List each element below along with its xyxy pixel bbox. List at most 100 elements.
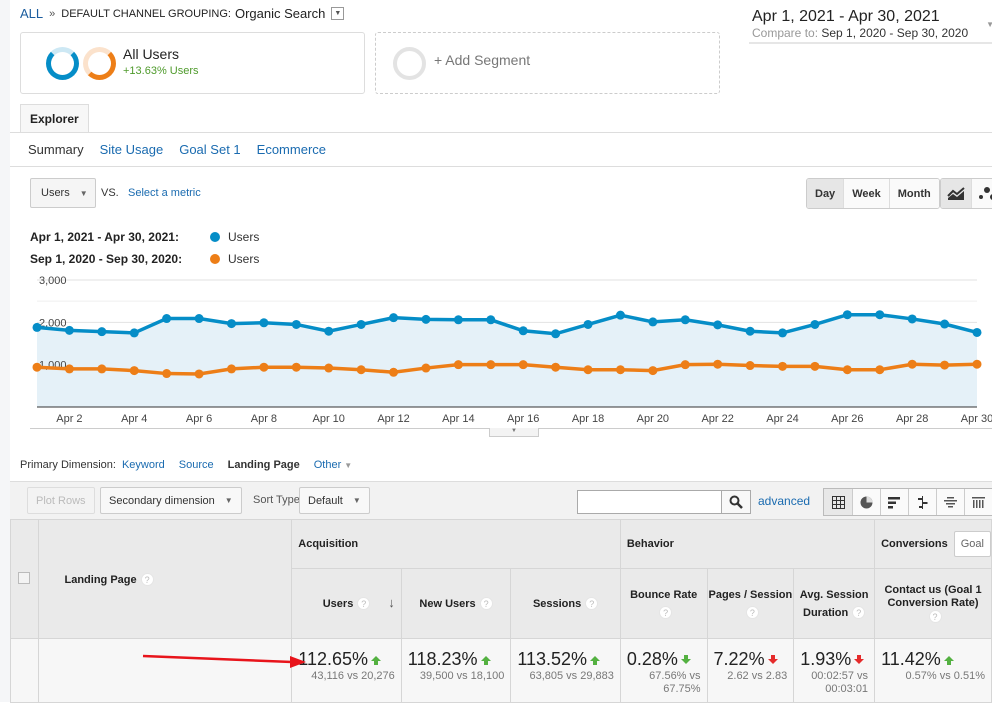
period-day-button[interactable]: Day (807, 179, 843, 208)
column-header-avg-session-duration[interactable]: Avg. Session Duration? (794, 569, 875, 639)
comparison-view-button[interactable] (908, 489, 936, 515)
data-point (97, 364, 106, 373)
secondary-dimension-select[interactable]: Secondary dimension ▼ (100, 487, 242, 514)
data-point (162, 314, 171, 323)
motion-chart-button[interactable] (971, 179, 992, 208)
x-tick-label: Apr 6 (186, 413, 212, 425)
column-header-bounce-rate[interactable]: Bounce Rate? (620, 569, 707, 639)
breadcrumb-dimension-value: Organic Search (235, 6, 325, 21)
data-point (908, 314, 917, 323)
help-icon[interactable]: ? (141, 573, 154, 586)
table-search-input[interactable] (577, 490, 722, 514)
data-point (713, 320, 722, 329)
dimension-landing-page[interactable]: Landing Page (228, 459, 300, 471)
data-point (778, 362, 787, 371)
column-header-pages-session[interactable]: Pages / Session? (707, 569, 794, 639)
performance-view-button[interactable] (880, 489, 908, 515)
data-point (940, 320, 949, 329)
breadcrumb-all-link[interactable]: ALL (20, 6, 43, 21)
column-header-users[interactable]: Users? ↓ (292, 569, 402, 639)
compare-values: 43,116 vs 20,276 (298, 670, 395, 683)
summary-checkbox-cell (11, 639, 39, 703)
breadcrumb-dropdown-button[interactable]: ▼ (331, 7, 344, 20)
help-icon[interactable]: ? (659, 606, 672, 619)
help-icon[interactable]: ? (929, 610, 942, 623)
data-point (454, 360, 463, 369)
tab-explorer[interactable]: Explorer (20, 104, 89, 133)
search-button[interactable] (722, 490, 751, 514)
column-header-sessions[interactable]: Sessions? (511, 569, 621, 639)
data-point (616, 311, 625, 320)
subtab-ecommerce[interactable]: Ecommerce (257, 142, 326, 157)
data-point (973, 328, 982, 337)
plot-rows-button[interactable]: Plot Rows (27, 487, 95, 514)
data-point (324, 364, 333, 373)
data-view-button[interactable] (824, 489, 852, 515)
data-point (875, 310, 884, 319)
dimension-other[interactable]: Other▼ (314, 459, 352, 471)
period-month-button[interactable]: Month (889, 179, 939, 208)
data-point (292, 320, 301, 329)
change-value: 118.23% (408, 649, 505, 670)
data-point (681, 315, 690, 324)
date-range-picker[interactable]: Apr 1, 2021 - Apr 30, 2021 Compare to: S… (749, 8, 992, 44)
segment-card-all-users[interactable]: All Users +13.63% Users (20, 32, 365, 94)
select-all-checkbox[interactable] (18, 572, 30, 584)
data-point (33, 363, 42, 372)
help-icon[interactable]: ? (585, 597, 598, 610)
subtab-goal-set-1[interactable]: Goal Set 1 (179, 142, 240, 157)
compare-values: 67.56% vs 67.75% (627, 670, 701, 696)
x-tick-label: Apr 24 (766, 413, 798, 425)
metric-select[interactable]: Users ▼ (30, 178, 96, 208)
annotation-arrow-icon (140, 652, 310, 672)
sort-type-select[interactable]: Default ▼ (299, 487, 370, 514)
compare-value: Sep 1, 2020 - Sep 30, 2020 (821, 26, 968, 40)
percentage-view-button[interactable] (852, 489, 880, 515)
legend-range: Apr 1, 2021 - Apr 30, 2021: (30, 230, 210, 244)
x-tick-label: Apr 26 (831, 413, 863, 425)
select-comparison-metric-link[interactable]: Select a metric (128, 187, 201, 199)
subtab-summary[interactable]: Summary (28, 142, 84, 157)
users-line-chart[interactable]: 1,0002,0003,000Apr 2Apr 4Apr 6Apr 8Apr 1… (30, 272, 992, 430)
dimension-keyword[interactable]: Keyword (122, 459, 165, 471)
term-cloud-view-button[interactable] (936, 489, 964, 515)
search-icon (729, 495, 743, 509)
vs-label: VS. (101, 187, 119, 199)
period-week-button[interactable]: Week (843, 179, 889, 208)
data-point (843, 310, 852, 319)
column-header-goal-conversion-rate[interactable]: Contact us (Goal 1 Conversion Rate)? (875, 569, 992, 639)
add-segment-button[interactable]: + Add Segment (375, 32, 720, 94)
help-icon[interactable]: ? (480, 597, 493, 610)
advanced-filter-link[interactable]: advanced (758, 494, 810, 508)
x-tick-label: Apr 30 (961, 413, 992, 425)
data-point (486, 315, 495, 324)
landing-page-header-label: Landing Page (65, 574, 137, 586)
column-header-new-users[interactable]: New Users? (401, 569, 511, 639)
caret-down-icon: ▼ (80, 189, 88, 198)
line-chart-button[interactable] (941, 179, 971, 208)
change-percent: 11.42% (881, 649, 941, 669)
help-icon[interactable]: ? (357, 597, 370, 610)
subtab-site-usage[interactable]: Site Usage (100, 142, 164, 157)
pivot-view-button[interactable] (964, 489, 992, 515)
add-segment-label: + Add Segment (434, 52, 530, 68)
data-point (389, 313, 398, 322)
data-point (746, 327, 755, 336)
data-point (454, 315, 463, 324)
summary-cell-new-users: 118.23% 39,500 vs 18,100 (401, 639, 511, 703)
legend-metric: Users (228, 252, 259, 266)
breadcrumb-separator: » (49, 8, 55, 20)
x-tick-label: Apr 2 (56, 413, 82, 425)
help-icon[interactable]: ? (852, 606, 865, 619)
collapse-chart-button[interactable]: ▼ (489, 428, 539, 437)
segment-title: All Users (123, 46, 179, 62)
dimension-source[interactable]: Source (179, 459, 214, 471)
help-icon[interactable]: ? (746, 606, 759, 619)
data-point (421, 315, 430, 324)
goal-select[interactable]: Goal (954, 531, 991, 557)
data-point (195, 369, 204, 378)
data-point (778, 328, 787, 337)
data-point (648, 366, 657, 375)
change-value: 112.65% (298, 649, 395, 670)
landing-page-header[interactable]: Landing Page? (38, 520, 292, 639)
